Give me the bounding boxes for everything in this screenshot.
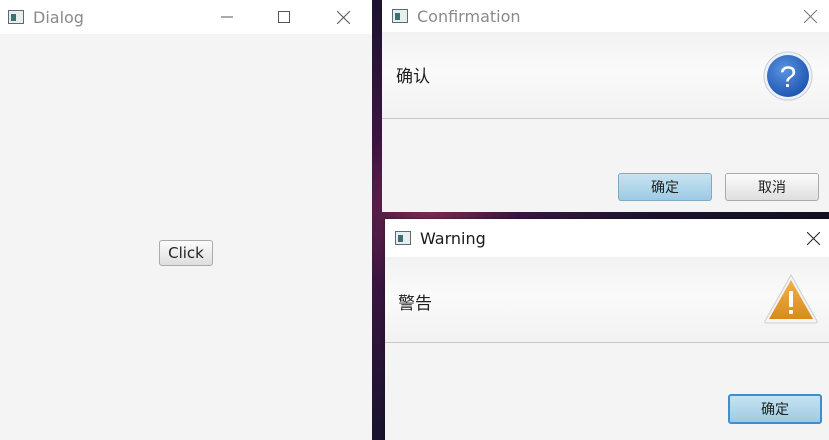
warning-icon [764,273,818,324]
confirmation-content: 确认 ? 确定 取消 [382,32,829,212]
close-icon [336,10,350,24]
close-button[interactable] [320,0,366,34]
warning-message: 警告 [398,294,432,314]
app-icon [392,9,408,23]
click-button[interactable]: Click [159,240,213,266]
confirm-ok-button[interactable]: 确定 [618,173,712,201]
svg-text:?: ? [780,61,797,94]
confirmation-message: 确认 [396,67,430,87]
warning-ok-button[interactable]: 确定 [728,394,822,424]
app-icon [395,231,411,245]
confirmation-window: Confirmation 确认 ? 确定 取消 [382,0,829,212]
confirmation-header: 确认 ? [382,32,829,119]
close-icon [806,231,820,245]
warning-titlebar[interactable]: Warning [385,219,829,257]
minimize-icon [221,16,233,18]
confirmation-titlebar[interactable]: Confirmation [382,0,829,32]
warning-title: Warning [420,228,486,248]
warning-window: Warning 警告 确定 [385,219,829,440]
confirm-cancel-button[interactable]: 取消 [725,173,819,201]
app-icon [8,10,24,24]
maximize-button[interactable] [261,0,307,34]
close-icon [803,9,817,23]
dialog-title: Dialog [33,7,84,27]
dialog-window: Dialog Click [0,0,372,440]
close-button[interactable] [791,219,829,257]
dialog-content: Click [0,34,372,440]
confirmation-title: Confirmation [417,6,521,26]
maximize-icon [278,11,290,23]
warning-header: 警告 [385,257,829,343]
dialog-titlebar[interactable]: Dialog [0,0,372,34]
close-button[interactable] [788,0,829,32]
minimize-button[interactable] [204,0,250,34]
warning-content: 警告 确定 [385,257,829,440]
question-icon: ? [763,51,813,101]
